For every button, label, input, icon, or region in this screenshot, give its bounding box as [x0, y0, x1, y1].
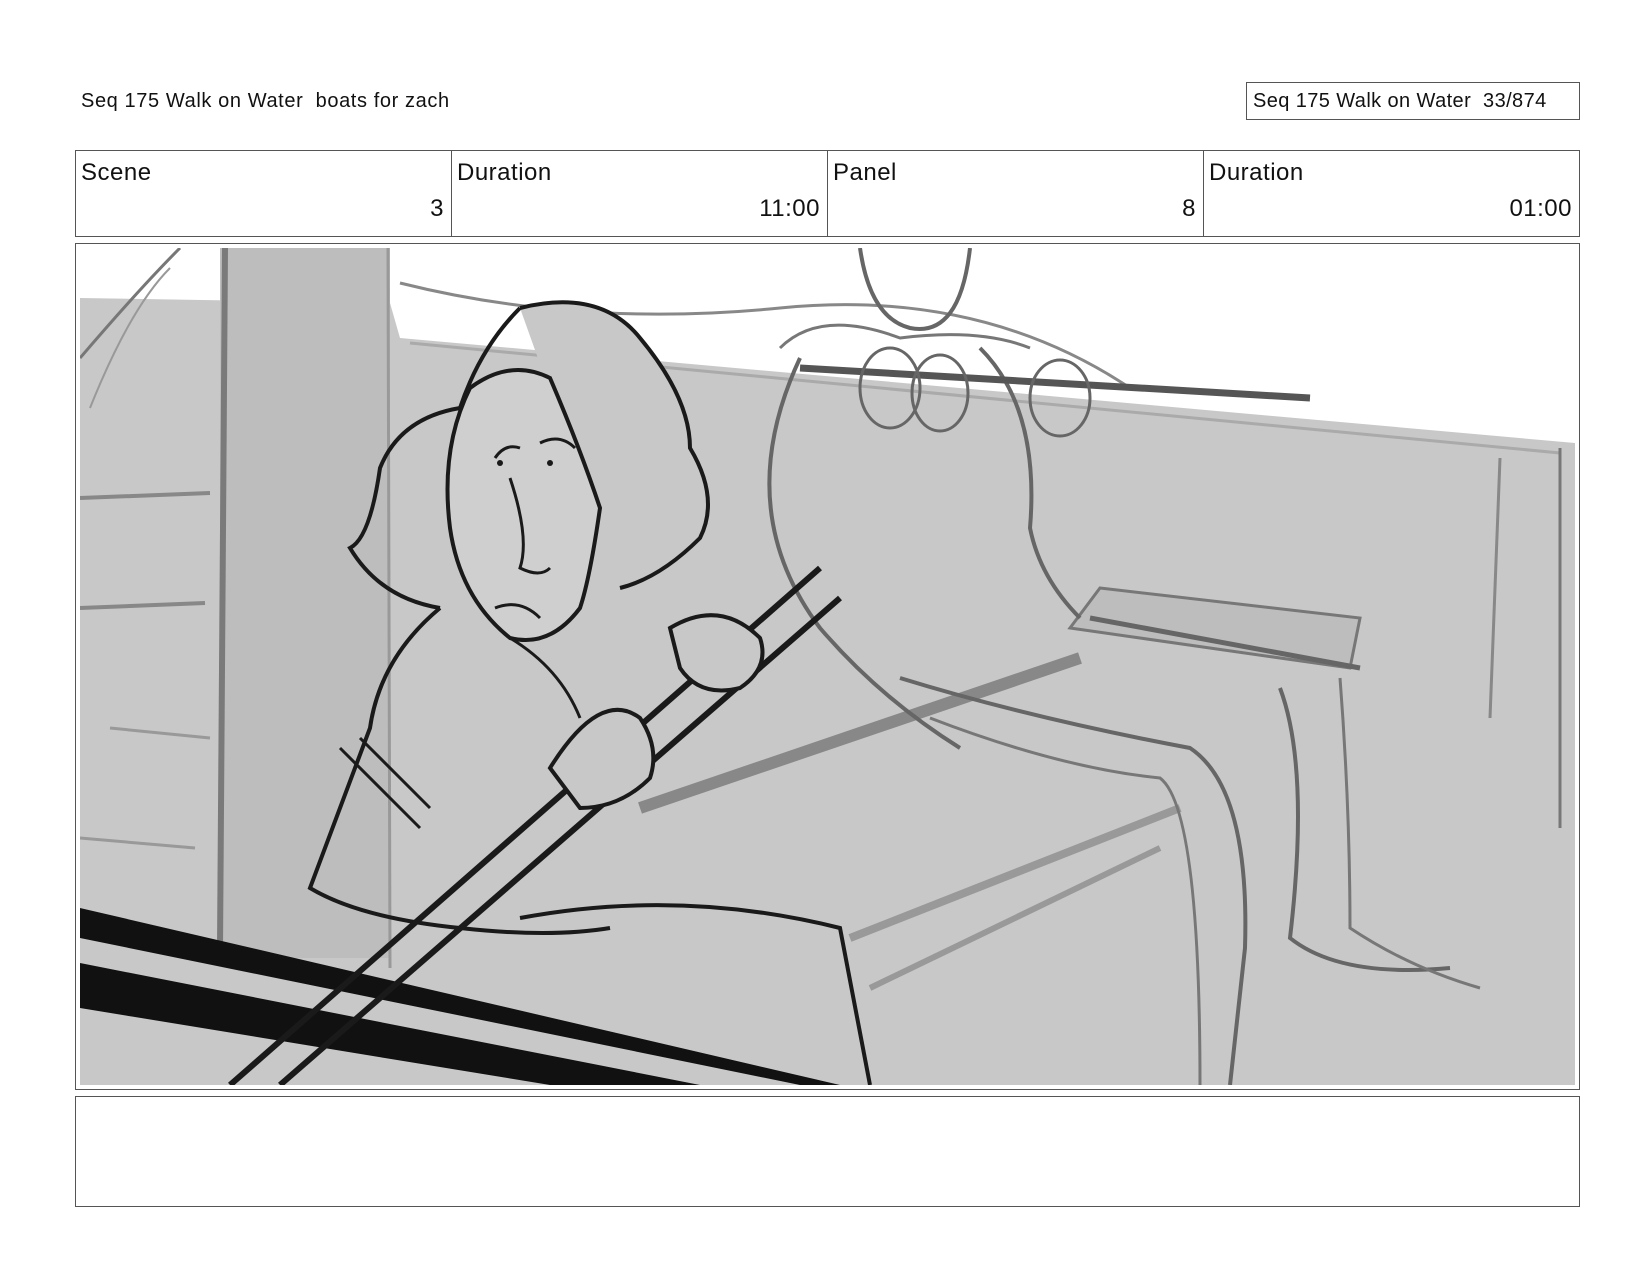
panel-value: 8: [1182, 195, 1196, 222]
sequence-title: Seq 175 Walk on Water boats for zach: [81, 90, 450, 112]
panel-duration-cell: Duration 01:00: [1204, 151, 1579, 236]
scene-label: Scene: [81, 159, 152, 186]
scene-duration-cell: Duration 11:00: [452, 151, 828, 236]
panel-duration-label: Duration: [1209, 159, 1304, 186]
page-indicator: Seq 175 Walk on Water 33/874: [1246, 82, 1580, 120]
info-table: Scene 3 Duration 11:00 Panel 8 Duration …: [75, 150, 1580, 237]
panel-label: Panel: [833, 159, 897, 186]
notes-box: [75, 1096, 1580, 1207]
panel-duration-value: 01:00: [1509, 195, 1572, 222]
storyboard-panel: [75, 243, 1580, 1090]
scene-duration-label: Duration: [457, 159, 552, 186]
scene-cell: Scene 3: [76, 151, 452, 236]
scene-duration-value: 11:00: [759, 195, 820, 222]
storyboard-sketch: [80, 248, 1575, 1085]
panel-cell: Panel 8: [828, 151, 1204, 236]
scene-value: 3: [430, 195, 444, 222]
